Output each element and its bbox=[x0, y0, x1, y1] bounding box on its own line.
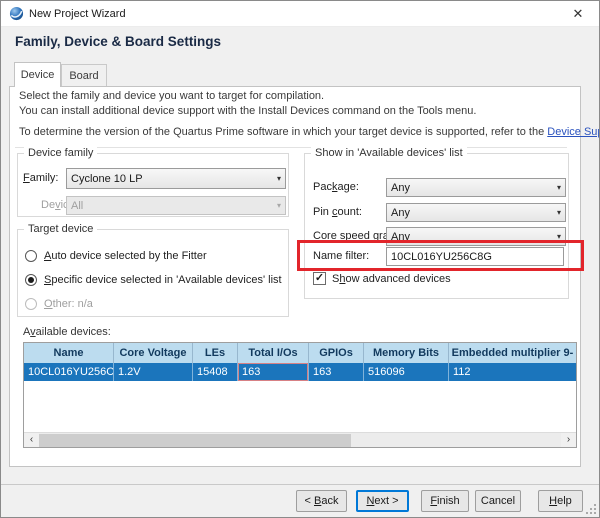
device-cell[interactable]: 163 bbox=[309, 363, 364, 381]
device-dropdown-value: All bbox=[71, 200, 83, 212]
close-icon[interactable]: ✕ bbox=[557, 1, 599, 27]
radio-other: Other: n/a bbox=[25, 297, 93, 311]
pin-count-label: Pin count: bbox=[313, 203, 362, 222]
help-button[interactable]: Help bbox=[538, 490, 583, 512]
family-label: Family: bbox=[23, 168, 58, 189]
device-cell[interactable]: 516096 bbox=[364, 363, 449, 381]
radio-other-label: Other: n/a bbox=[44, 298, 93, 310]
chevron-down-icon: ▾ bbox=[557, 208, 561, 217]
name-filter-label: Name filter: bbox=[313, 247, 369, 266]
column-header[interactable]: Memory Bits bbox=[364, 343, 449, 363]
device-cell[interactable]: 112 bbox=[449, 363, 576, 381]
back-button[interactable]: < Back bbox=[296, 490, 347, 512]
table-header-row: NameCore VoltageLEsTotal I/OsGPIOsMemory… bbox=[24, 343, 576, 363]
core-speed-grade-dropdown[interactable]: Any ▾ bbox=[386, 227, 566, 246]
column-header[interactable]: LEs bbox=[193, 343, 238, 363]
next-button[interactable]: Next > bbox=[356, 490, 409, 512]
target-device-group-title: Target device bbox=[24, 223, 97, 235]
column-header[interactable]: Name bbox=[24, 343, 114, 363]
family-dropdown[interactable]: Cyclone 10 LP ▾ bbox=[66, 168, 286, 189]
radio-specific-device[interactable]: Specific device selected in 'Available d… bbox=[25, 273, 282, 287]
title-bar: New Project Wizard ✕ bbox=[1, 1, 599, 27]
intro-line-3: To determine the version of the Quartus … bbox=[19, 126, 600, 138]
radio-auto-device[interactable]: Auto device selected by the Fitter bbox=[25, 249, 207, 263]
window-title: New Project Wizard bbox=[29, 1, 126, 27]
intro-line-1: Select the family and device you want to… bbox=[19, 90, 324, 102]
show-advanced-devices-checkbox-row[interactable]: ✓ Show advanced devices bbox=[313, 272, 451, 285]
name-filter-input[interactable] bbox=[386, 247, 564, 266]
intro-line-3-prefix: To determine the version of the Quartus … bbox=[19, 126, 547, 138]
checkbox-checked-icon[interactable]: ✓ bbox=[313, 272, 326, 285]
package-label: Package: bbox=[313, 178, 359, 197]
pin-count-dropdown-value: Any bbox=[391, 207, 410, 219]
show-in-list-group-title: Show in 'Available devices' list bbox=[311, 147, 467, 159]
device-cell[interactable]: 15408 bbox=[193, 363, 238, 381]
family-dropdown-value: Cyclone 10 LP bbox=[71, 173, 143, 185]
scroll-right-icon[interactable]: › bbox=[561, 433, 576, 447]
radio-selected-icon[interactable] bbox=[25, 274, 37, 286]
radio-icon[interactable] bbox=[25, 250, 37, 262]
core-speed-grade-dropdown-value: Any bbox=[391, 231, 410, 243]
intro-separator bbox=[15, 147, 567, 148]
chevron-down-icon: ▾ bbox=[557, 183, 561, 192]
tab-device[interactable]: Device bbox=[14, 62, 61, 87]
chevron-down-icon: ▾ bbox=[557, 232, 561, 241]
chevron-down-icon: ▾ bbox=[277, 201, 281, 210]
device-dropdown: All ▾ bbox=[66, 196, 286, 215]
scroll-left-icon[interactable]: ‹ bbox=[24, 433, 39, 447]
page-title: Family, Device & Board Settings bbox=[15, 34, 221, 49]
footer-separator bbox=[1, 484, 600, 485]
radio-specific-device-label: Specific device selected in 'Available d… bbox=[44, 274, 282, 286]
device-family-group-title: Device family bbox=[24, 147, 97, 159]
quartus-logo-icon bbox=[9, 6, 24, 21]
pin-count-dropdown[interactable]: Any ▾ bbox=[386, 203, 566, 222]
finish-button[interactable]: Finish bbox=[421, 490, 469, 512]
intro-line-2: You can install additional device suppor… bbox=[19, 105, 476, 117]
radio-auto-device-label: Auto device selected by the Fitter bbox=[44, 250, 207, 262]
available-devices-table: NameCore VoltageLEsTotal I/OsGPIOsMemory… bbox=[23, 342, 577, 448]
tab-board[interactable]: Board bbox=[61, 64, 107, 87]
device-support-list-link[interactable]: Device Support List bbox=[547, 126, 600, 138]
table-row[interactable]: 10CL016YU256C8G1.2V15408163163516096112 bbox=[24, 363, 576, 381]
device-cell[interactable]: 163 bbox=[238, 363, 309, 381]
scrollbar-thumb[interactable] bbox=[39, 434, 351, 447]
cancel-button[interactable]: Cancel bbox=[475, 490, 521, 512]
column-header[interactable]: Embedded multiplier 9-bit bbox=[449, 343, 576, 363]
chevron-down-icon: ▾ bbox=[277, 174, 281, 183]
table-body: 10CL016YU256C8G1.2V15408163163516096112 bbox=[24, 363, 576, 381]
column-header[interactable]: Total I/Os bbox=[238, 343, 309, 363]
column-header[interactable]: Core Voltage bbox=[114, 343, 193, 363]
column-header[interactable]: GPIOs bbox=[309, 343, 364, 363]
available-devices-label: Available devices: bbox=[23, 326, 111, 338]
new-project-wizard-dialog: New Project Wizard ✕ Family, Device & Bo… bbox=[0, 0, 600, 518]
device-cell[interactable]: 10CL016YU256C8G bbox=[24, 363, 114, 381]
device-cell[interactable]: 1.2V bbox=[114, 363, 193, 381]
package-dropdown-value: Any bbox=[391, 182, 410, 194]
package-dropdown[interactable]: Any ▾ bbox=[386, 178, 566, 197]
resize-grip-icon[interactable] bbox=[586, 504, 597, 515]
horizontal-scrollbar[interactable]: ‹ › bbox=[24, 432, 576, 447]
radio-disabled-icon bbox=[25, 298, 37, 310]
show-advanced-devices-label: Show advanced devices bbox=[332, 273, 451, 285]
